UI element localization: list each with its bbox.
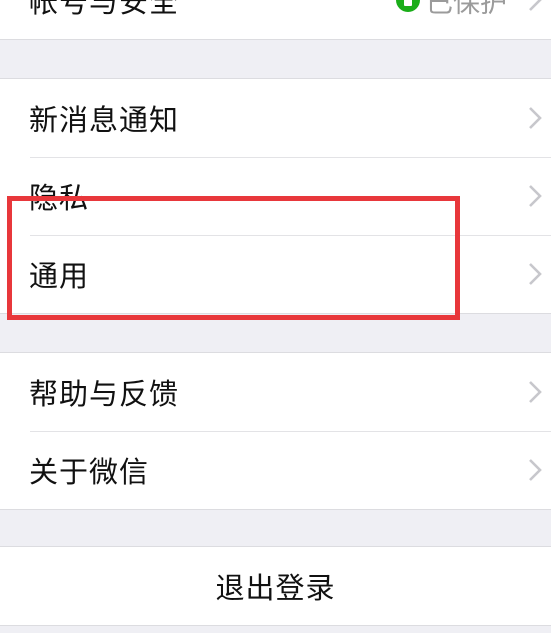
help-feedback-item[interactable]: 帮助与反馈 — [0, 353, 551, 431]
privacy-item[interactable]: 隐私 — [0, 157, 551, 235]
lock-icon — [396, 0, 420, 12]
general-item[interactable]: 通用 — [0, 235, 551, 313]
chevron-right-icon — [527, 458, 543, 482]
new-message-notification-label: 新消息通知 — [29, 103, 180, 137]
account-security-label: 帐号与安全 — [29, 0, 180, 19]
chevron-right-icon — [527, 0, 543, 12]
about-wechat-item[interactable]: 关于微信 — [0, 431, 551, 509]
new-message-notification-item[interactable]: 新消息通知 — [0, 79, 551, 157]
logout-button[interactable]: 退出登录 — [0, 547, 551, 625]
settings-screen: 帐号与安全 已保护 新消息通知 隐私 通用 帮助与反馈 关于微信 退出登录 — [0, 0, 551, 633]
protection-status: 已保护 — [396, 0, 507, 20]
chevron-right-icon — [527, 106, 543, 130]
help-feedback-label: 帮助与反馈 — [29, 377, 180, 411]
chevron-right-icon — [527, 262, 543, 286]
about-wechat-label: 关于微信 — [29, 455, 150, 489]
account-group: 帐号与安全 已保护 — [0, 0, 551, 40]
privacy-label: 隐私 — [29, 181, 90, 215]
general-label: 通用 — [29, 259, 90, 293]
info-group: 帮助与反馈 关于微信 — [0, 352, 551, 510]
protection-status-label: 已保护 — [426, 0, 507, 19]
account-security-item[interactable]: 帐号与安全 已保护 — [0, 0, 551, 39]
chevron-right-icon — [527, 380, 543, 404]
settings-group: 新消息通知 隐私 通用 — [0, 78, 551, 314]
chevron-right-icon — [527, 184, 543, 208]
logout-group: 退出登录 — [0, 546, 551, 626]
logout-label: 退出登录 — [215, 571, 336, 605]
